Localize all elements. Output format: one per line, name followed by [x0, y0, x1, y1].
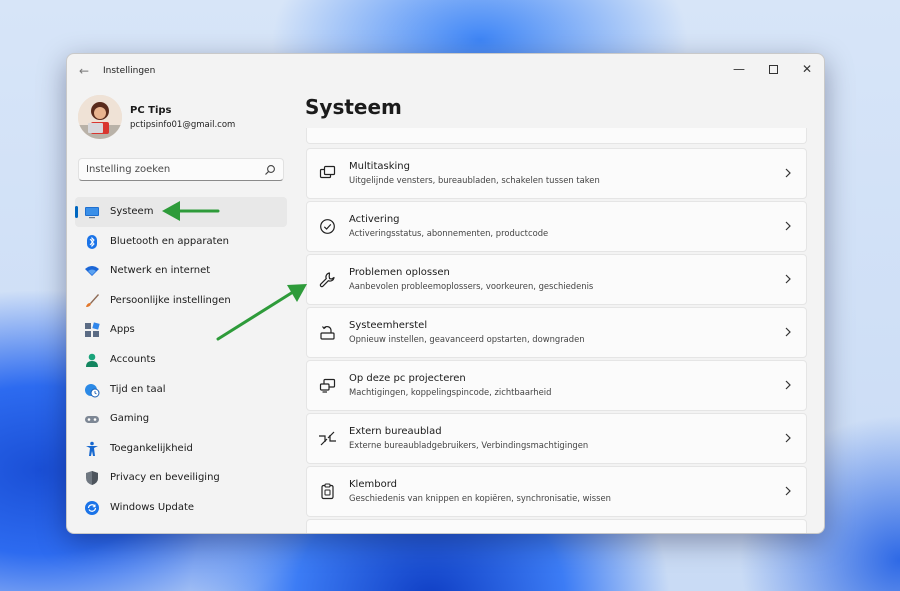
- title-bar: ← Instellingen — ✕: [67, 54, 824, 88]
- sidebar-item-tijd[interactable]: Tijd en taal: [75, 375, 287, 405]
- avatar: [78, 95, 122, 139]
- system-icon: [85, 207, 99, 219]
- card-problemen-oplossen[interactable]: Problemen oplossen Aanbevolen probleemop…: [306, 254, 807, 305]
- chevron-right-icon: [785, 327, 791, 337]
- card-activering[interactable]: Activering Activeringsstatus, abonnement…: [306, 201, 807, 252]
- card-title: Activering: [349, 214, 400, 225]
- sidebar-item-label: Apps: [110, 324, 135, 336]
- sidebar-item-windows-update[interactable]: Windows Update: [75, 493, 287, 523]
- sidebar-item-label: Accounts: [110, 353, 156, 365]
- sidebar-item-bluetooth[interactable]: Bluetooth en apparaten: [75, 227, 287, 257]
- accessibility-icon: [86, 441, 98, 456]
- profile-email: pctipsinfo01@gmail.com: [130, 120, 236, 130]
- settings-list: Multitasking Uitgelijnde vensters, burea…: [306, 128, 807, 533]
- gamepad-icon: [85, 416, 99, 424]
- sidebar-item-label: Systeem: [110, 206, 154, 217]
- card-description: Geschiedenis van knippen en kopiëren, sy…: [349, 493, 611, 503]
- sidebar-item-apps[interactable]: Apps: [75, 315, 287, 345]
- card-title: Extern bureaublad: [349, 426, 442, 437]
- wifi-icon: [85, 266, 99, 277]
- sidebar-item-systeem[interactable]: Systeem: [75, 197, 287, 227]
- shield-icon: [86, 471, 98, 486]
- apps-icon: [85, 322, 100, 338]
- page-title: Systeem: [305, 95, 402, 119]
- sidebar-item-label: Bluetooth en apparaten: [110, 235, 229, 247]
- profile-name: PC Tips: [130, 105, 172, 116]
- chevron-right-icon: [785, 486, 791, 496]
- project-icon: [319, 378, 336, 393]
- card-systeemherstel[interactable]: Systeemherstel Opnieuw instellen, geavan…: [306, 307, 807, 358]
- back-button[interactable]: ←: [76, 63, 92, 79]
- chevron-right-icon: [785, 433, 791, 443]
- partial-card[interactable]: [306, 128, 807, 144]
- card-description: Aanbevolen probleemoplossers, voorkeuren…: [349, 281, 594, 291]
- card-extern-bureaublad[interactable]: Extern bureaublad Externe bureaubladgebr…: [306, 413, 807, 464]
- search-box[interactable]: [78, 158, 284, 181]
- search-icon[interactable]: [264, 164, 276, 176]
- recovery-icon: [320, 326, 335, 340]
- close-button[interactable]: ✕: [790, 58, 824, 80]
- wrench-icon: [319, 272, 335, 288]
- brush-icon: [86, 293, 99, 307]
- sidebar-item-label: Privacy en beveiliging: [110, 472, 220, 484]
- sidebar-item-gaming[interactable]: Gaming: [75, 404, 287, 434]
- sidebar-item-privacy[interactable]: Privacy en beveiliging: [75, 463, 287, 493]
- card-multitasking[interactable]: Multitasking Uitgelijnde vensters, burea…: [306, 148, 807, 199]
- sidebar-item-label: Gaming: [110, 413, 150, 425]
- search-input[interactable]: [86, 164, 256, 175]
- check-circle-icon: [320, 219, 335, 234]
- card-title: Op deze pc projecteren: [349, 373, 466, 384]
- partial-card[interactable]: [306, 519, 807, 533]
- sidebar-item-label: Toegankelijkheid: [110, 442, 193, 454]
- maximize-icon: [768, 65, 778, 74]
- card-description: Externe bureaubladgebruikers, Verbinding…: [349, 440, 589, 450]
- person-icon: [86, 353, 98, 367]
- card-op-deze-pc-projecteren[interactable]: Op deze pc projecteren Machtigingen, kop…: [306, 360, 807, 411]
- multitasking-icon: [319, 165, 336, 179]
- remote-desktop-icon: [319, 431, 336, 446]
- card-title: Systeemherstel: [349, 320, 428, 331]
- card-description: Uitgelijnde vensters, bureaubladen, scha…: [349, 175, 600, 185]
- sidebar-item-accounts[interactable]: Accounts: [75, 345, 287, 375]
- chevron-right-icon: [785, 380, 791, 390]
- app-title: Instellingen: [103, 66, 156, 76]
- sidebar-item-netwerk[interactable]: Netwerk en internet: [75, 256, 287, 286]
- sidebar-item-label: Windows Update: [110, 501, 195, 513]
- card-description: Activeringsstatus, abonnementen, product…: [349, 228, 549, 238]
- chevron-right-icon: [785, 274, 791, 284]
- update-icon: [85, 500, 99, 515]
- clipboard-icon: [321, 483, 334, 500]
- bluetooth-icon: [87, 234, 97, 249]
- settings-window: ← Instellingen — ✕ PC Tips pctipsinfo01@…: [66, 53, 825, 534]
- card-title: Multitasking: [349, 161, 410, 172]
- card-klembord[interactable]: Klembord Geschiedenis van knippen en kop…: [306, 466, 807, 517]
- sidebar-item-label: Netwerk en internet: [110, 265, 211, 277]
- minimize-button[interactable]: —: [722, 58, 756, 80]
- card-description: Machtigingen, koppelingspincode, zichtba…: [349, 387, 552, 397]
- chevron-right-icon: [785, 221, 791, 231]
- maximize-button[interactable]: [756, 58, 790, 80]
- sidebar-item-label: Persoonlijke instellingen: [110, 294, 231, 306]
- chevron-right-icon: [785, 168, 791, 178]
- sidebar-item-toegankelijkheid[interactable]: Toegankelijkheid: [75, 434, 287, 464]
- sidebar-item-persoonlijk[interactable]: Persoonlijke instellingen: [75, 286, 287, 316]
- card-title: Klembord: [349, 479, 397, 490]
- card-title: Problemen oplossen: [349, 267, 450, 278]
- globe-clock-icon: [85, 383, 100, 398]
- card-description: Opnieuw instellen, geavanceerd opstarten…: [349, 334, 585, 344]
- sidebar-nav: Systeem Bluetooth en apparaten Netwerk e…: [75, 197, 287, 523]
- sidebar-item-label: Tijd en taal: [110, 383, 166, 395]
